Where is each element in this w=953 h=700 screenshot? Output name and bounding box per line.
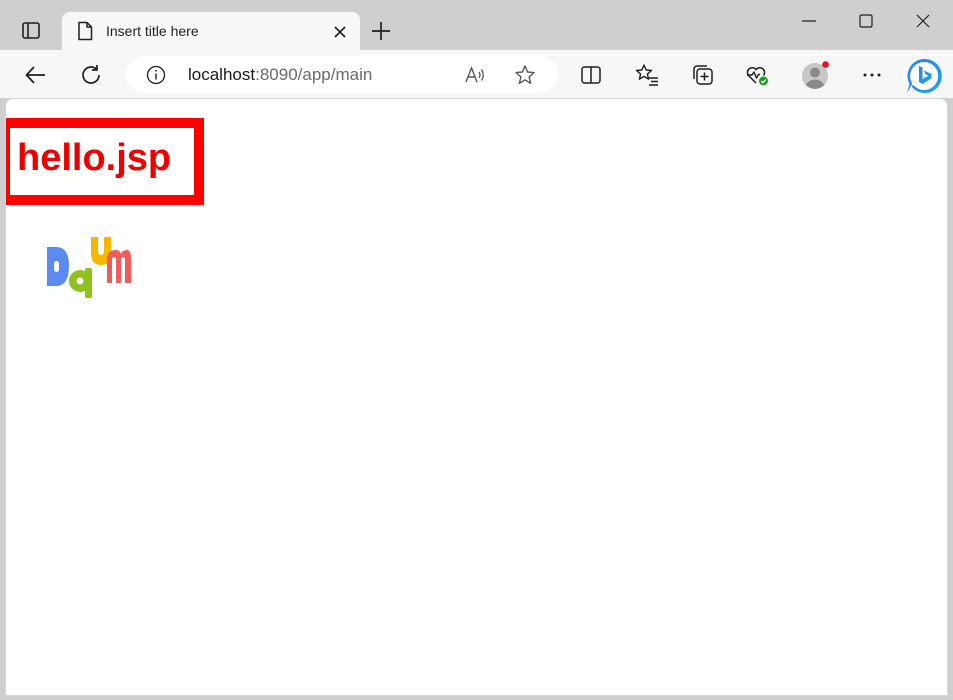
active-tab[interactable]: Insert title here	[62, 12, 360, 50]
title-bar: Insert title here	[0, 0, 953, 50]
url-path: :8090/app/main	[255, 65, 373, 84]
maximize-icon[interactable]	[851, 8, 881, 34]
window-close-icon[interactable]	[908, 8, 938, 34]
star-icon[interactable]	[514, 64, 536, 86]
page-heading: hello.jsp	[17, 137, 172, 179]
tab-title: Insert title here	[106, 23, 199, 39]
collections-icon[interactable]	[690, 62, 716, 88]
daum-logo	[47, 237, 131, 301]
page-viewport: hello.jsp	[5, 98, 948, 696]
split-screen-icon[interactable]	[578, 62, 604, 88]
copilot-icon[interactable]	[905, 57, 943, 95]
browser-toolbar: localhost:8090/app/main	[0, 50, 953, 98]
plus-icon[interactable]	[370, 20, 392, 42]
refresh-icon[interactable]	[78, 62, 104, 88]
tab-actions-icon[interactable]	[18, 19, 44, 43]
profile-avatar[interactable]	[801, 61, 829, 89]
heading-box: hello.jsp	[6, 118, 204, 205]
favorites-icon[interactable]	[634, 62, 660, 88]
minimize-icon[interactable]	[794, 8, 824, 34]
close-icon[interactable]	[332, 24, 348, 40]
info-icon[interactable]	[146, 65, 166, 85]
address-bar[interactable]: localhost:8090/app/main	[126, 56, 558, 93]
url-host: localhost	[188, 65, 256, 84]
browser-essentials-icon[interactable]	[744, 62, 770, 88]
read-aloud-icon[interactable]	[464, 64, 486, 86]
url-text[interactable]: localhost:8090/app/main	[188, 65, 372, 85]
page-icon	[76, 21, 94, 41]
more-icon[interactable]	[859, 62, 885, 88]
back-arrow-icon[interactable]	[23, 62, 49, 88]
